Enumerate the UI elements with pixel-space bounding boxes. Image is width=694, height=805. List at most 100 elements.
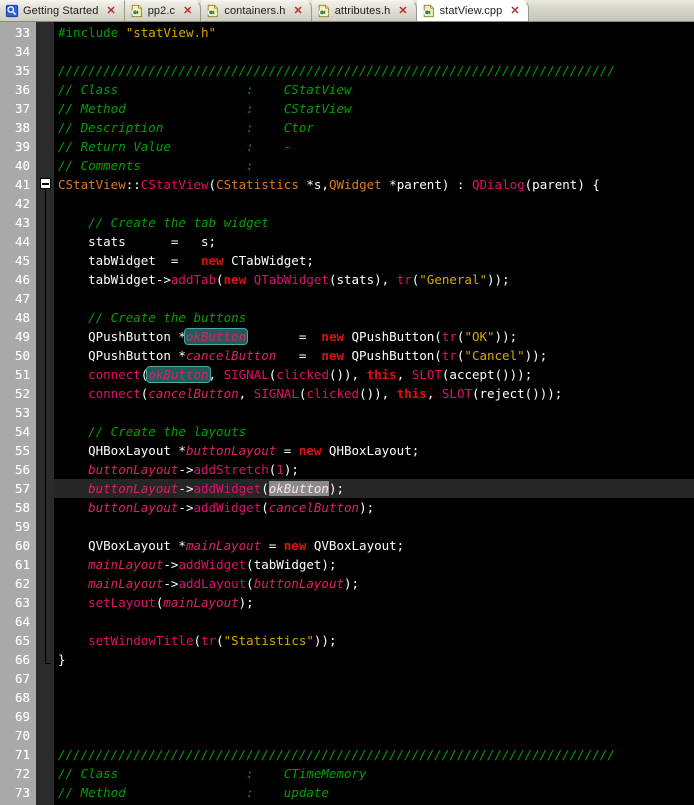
code-token: (tabWidget); [246,557,336,572]
code-token: "General" [419,272,487,287]
code-line[interactable]: // Method : CStatView [54,99,694,118]
code-token: -> [163,557,178,572]
line-number: 69 [0,707,30,726]
find-match-highlight: okButton [147,367,209,382]
fold-collapse-icon[interactable] [40,178,51,189]
code-line[interactable]: setLayout(mainLayout); [54,593,694,612]
code-token: connect [88,386,141,401]
code-token: ( [261,500,269,515]
code-token: QPushButton( [344,348,442,363]
code-line[interactable]: // Create the buttons [54,308,694,327]
line-number: 42 [0,194,30,213]
code-line[interactable]: // Description : Ctor [54,118,694,137]
code-line[interactable]: CStatView::CStatView(CStatistics *s,QWid… [54,175,694,194]
line-number: 56 [0,460,30,479]
code-line[interactable] [54,707,694,726]
code-line[interactable]: buttonLayout->addStretch(1); [54,460,694,479]
cpp-source-file-icon [422,4,436,18]
line-number: 50 [0,346,30,365]
line-number: 36 [0,80,30,99]
code-line[interactable] [54,403,694,422]
code-token: *parent) : [382,177,472,192]
code-line[interactable]: tabWidget = new CTabWidget; [54,251,694,270]
code-line[interactable]: // Class : CTimeMemory [54,764,694,783]
code-token: (stats), [329,272,397,287]
code-line[interactable]: buttonLayout->addWidget(cancelButton); [54,498,694,517]
tab-close-icon[interactable]: ✕ [179,6,193,17]
code-line[interactable]: stats = s; [54,232,694,251]
code-line[interactable]: QPushButton *okButton = new QPushButton(… [54,327,694,346]
line-number: 45 [0,251,30,270]
code-token: new [284,538,307,553]
code-line[interactable] [54,194,694,213]
code-token: #include [58,25,126,40]
code-line[interactable]: mainLayout->addWidget(tabWidget); [54,555,694,574]
code-line[interactable]: QHBoxLayout *buttonLayout = new QHBoxLay… [54,441,694,460]
tab-attributes-h[interactable]: attributes.h✕ [312,0,417,21]
code-line[interactable] [54,688,694,707]
code-line[interactable]: // Comments : [54,156,694,175]
code-token: tr [442,329,457,344]
code-line[interactable]: QPushButton *cancelButton = new QPushBut… [54,346,694,365]
tab-close-icon[interactable]: ✕ [506,6,520,17]
tab-close-icon[interactable]: ✕ [394,6,408,17]
code-token: ( [216,272,224,287]
tab-getting-started[interactable]: Getting Started✕ [0,0,125,21]
code-line[interactable] [54,726,694,745]
code-line[interactable]: connect(okButton, SIGNAL(clicked()), thi… [54,365,694,384]
code-line[interactable]: tabWidget->addTab(new QTabWidget(stats),… [54,270,694,289]
code-line[interactable] [54,289,694,308]
line-number: 52 [0,384,30,403]
help-magnifier-icon [5,4,19,18]
code-token [58,500,88,515]
tab-containers-h[interactable]: containers.h✕ [201,0,311,21]
code-token: setLayout [88,595,156,610]
code-line[interactable] [54,669,694,688]
code-token: // Method : update [58,785,329,800]
code-token: , [239,386,254,401]
code-line[interactable]: setWindowTitle(tr("Statistics")); [54,631,694,650]
code-text-area[interactable]: #include "statView.h" ///////////////////… [54,22,694,805]
code-editor[interactable]: 3334353637383940414243444546474849505152… [0,22,694,805]
code-line[interactable]: connect(cancelButton, SIGNAL(clicked()),… [54,384,694,403]
code-token: :: [126,177,141,192]
code-line[interactable]: // Create the layouts [54,422,694,441]
tab-pp2-c[interactable]: pp2.c✕ [125,0,202,21]
code-line[interactable]: ////////////////////////////////////////… [54,61,694,80]
code-token: ( [193,633,201,648]
tab-close-icon[interactable]: ✕ [103,6,117,17]
code-line[interactable]: // Return Value : - [54,137,694,156]
code-line-current[interactable]: buttonLayout->addWidget(okButton); [54,479,694,498]
code-token [58,462,88,477]
code-token: this [397,386,427,401]
tab-statview-cpp[interactable]: statView.cpp✕ [417,0,529,21]
code-line[interactable]: // Class : CStatView [54,80,694,99]
editor-tab-bar: Getting Started✕pp2.c✕containers.h✕attri… [0,0,694,22]
tab-close-icon[interactable]: ✕ [290,6,304,17]
line-number: 44 [0,232,30,251]
code-line[interactable]: QVBoxLayout *mainLayout = new QVBoxLayou… [54,536,694,555]
code-line[interactable]: // Create the tab widget [54,213,694,232]
code-token: cancelButton [148,386,238,401]
code-token: // Return Value : - [58,139,291,154]
code-line[interactable] [54,517,694,536]
code-token: = [276,348,321,363]
code-token: CStatView [141,177,209,192]
line-number: 54 [0,422,30,441]
code-line[interactable] [54,612,694,631]
code-token: SLOT [412,367,442,382]
line-number: 72 [0,764,30,783]
line-number: 60 [0,536,30,555]
code-token: = [276,443,299,458]
find-match-highlight: okButton [185,329,247,344]
code-line[interactable]: // Method : update [54,783,694,802]
code-token: this [367,367,397,382]
c-header-file-icon [206,4,220,18]
code-line[interactable]: #include "statView.h" [54,23,694,42]
line-number: 48 [0,308,30,327]
code-line[interactable]: } [54,650,694,669]
line-number: 34 [0,42,30,61]
code-line[interactable]: mainLayout->addLayout(buttonLayout); [54,574,694,593]
code-line[interactable] [54,42,694,61]
code-line[interactable]: ////////////////////////////////////////… [54,745,694,764]
